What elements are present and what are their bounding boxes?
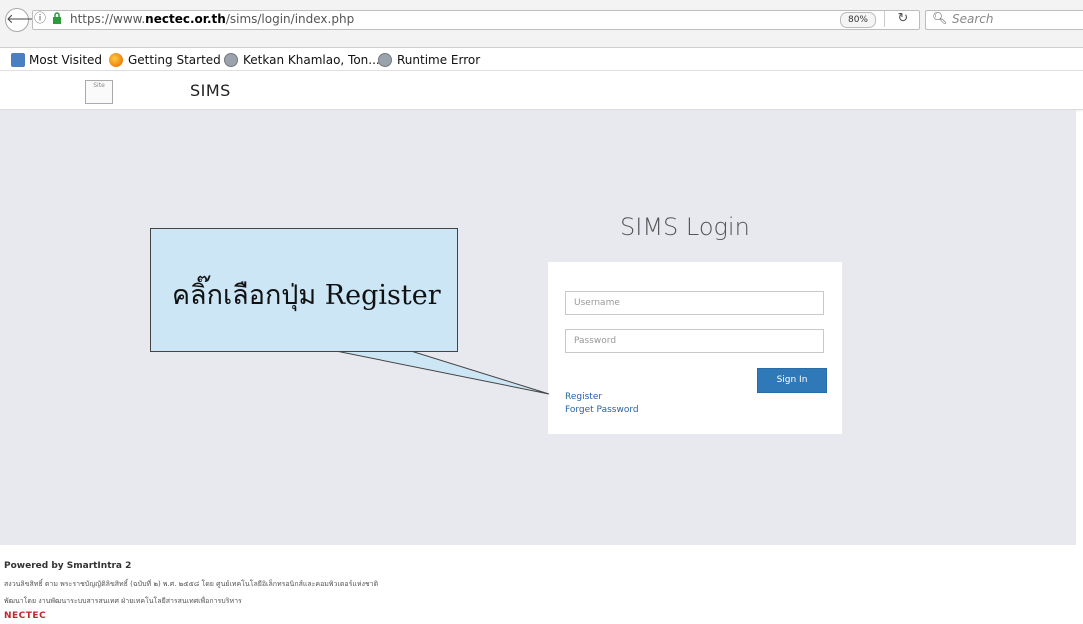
site-logo[interactable]: Site xyxy=(85,80,113,104)
zoom-indicator[interactable]: 80% xyxy=(840,12,876,28)
password-field[interactable]: Password xyxy=(565,329,824,353)
reload-icon[interactable]: ↻ xyxy=(895,11,911,27)
callout-text: คลิ๊กเลือกปุ่ม Register xyxy=(172,280,441,311)
bookmark-ketkan[interactable]: Ketkan Khamlao, Ton... xyxy=(243,52,380,68)
globe-icon xyxy=(224,53,238,67)
bookmark-getting-started[interactable]: Getting Started xyxy=(128,52,221,68)
bookmark-runtime-error[interactable]: Runtime Error xyxy=(397,52,480,68)
nectec-logo: NECTEC xyxy=(4,611,47,621)
login-title: SIMS Login xyxy=(620,213,750,241)
register-link[interactable]: Register xyxy=(565,391,602,403)
lock-icon xyxy=(53,12,61,24)
firefox-icon xyxy=(109,53,123,67)
footer-developer: พัฒนาโดย งานพัฒนาระบบสารสนเทศ ฝ่ายเทคโนโ… xyxy=(4,597,242,605)
site-header xyxy=(0,70,1083,110)
search-placeholder: Search xyxy=(952,12,994,26)
divider xyxy=(884,11,885,27)
globe-icon xyxy=(378,53,392,67)
footer-copyright: สงวนลิขสิทธิ์ ตาม พระราชบัญญัติลิขสิทธิ์… xyxy=(4,580,379,588)
most-visited-icon xyxy=(11,53,25,67)
forget-password-link[interactable]: Forget Password xyxy=(565,404,639,416)
back-button[interactable]: 🡐 xyxy=(5,8,41,32)
browser-search-box[interactable] xyxy=(925,10,1083,30)
username-field[interactable]: Username xyxy=(565,291,824,315)
search-icon: 🔍︎ xyxy=(932,11,948,25)
url-text: https://www.nectec.or.th/sims/login/inde… xyxy=(70,12,355,26)
sign-in-button[interactable]: Sign In xyxy=(757,368,827,393)
info-icon[interactable]: ⓘ xyxy=(33,11,47,25)
bookmarks-bar: Most Visited Getting Started Ketkan Kham… xyxy=(0,49,1083,69)
footer-powered-by: Powered by SmartIntra 2 xyxy=(4,561,132,571)
brand-title[interactable]: SIMS xyxy=(190,81,231,100)
bookmark-most-visited[interactable]: Most Visited xyxy=(29,52,102,68)
